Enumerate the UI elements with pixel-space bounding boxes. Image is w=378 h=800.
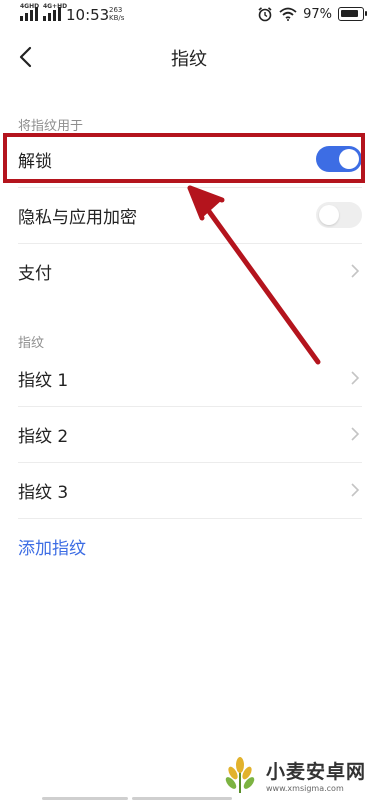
row-payment[interactable]: 支付 <box>0 244 378 300</box>
divider <box>18 518 362 519</box>
battery-icon <box>338 7 367 21</box>
signal-icon <box>20 7 38 21</box>
watermark-url: www.xmsigma.com <box>265 784 344 793</box>
add-fingerprint-link[interactable]: 添加指纹 <box>18 534 86 559</box>
chevron-right-icon <box>351 483 360 497</box>
battery-percent: 97% <box>303 6 332 22</box>
row-privacy-encryption[interactable]: 隐私与应用加密 <box>0 188 378 244</box>
watermark: 小麦安卓网 www.xmsigma.com <box>220 755 366 795</box>
row-fingerprint-3[interactable]: 指纹 3 <box>0 463 378 519</box>
status-bar: 4GHD 4G+HD 10:53 263 KB/s 97% <box>0 0 378 32</box>
wifi-icon <box>279 7 297 21</box>
fingerprint-3-label: 指纹 3 <box>18 483 69 503</box>
privacy-encryption-toggle[interactable] <box>316 202 362 228</box>
watermark-title: 小麦安卓网 <box>265 761 366 783</box>
row-privacy-label: 隐私与应用加密 <box>18 208 137 228</box>
network-speed: 263 KB/s <box>109 6 124 22</box>
chevron-right-icon <box>351 427 360 441</box>
chevron-right-icon <box>351 371 360 385</box>
annotation-highlight-box <box>3 133 365 183</box>
network-speed-unit: KB/s <box>109 14 125 22</box>
alarm-icon <box>258 7 272 22</box>
wheat-logo-icon <box>225 757 255 793</box>
page-title: 指纹 <box>171 49 207 70</box>
row-payment-label: 支付 <box>18 264 52 284</box>
fingerprint-1-label: 指纹 1 <box>18 371 69 391</box>
chevron-right-icon <box>351 264 360 278</box>
status-icons: 97% <box>257 6 367 22</box>
clock: 10:53 <box>66 6 110 24</box>
row-fingerprint-1[interactable]: 指纹 1 <box>0 351 378 407</box>
fingerprint-2-label: 指纹 2 <box>18 427 69 447</box>
network-speed-value: 263 <box>109 6 123 14</box>
row-fingerprint-2[interactable]: 指纹 2 <box>0 407 378 463</box>
signal-icon-2 <box>43 7 61 21</box>
section-header-fingerprints: 指纹 <box>18 336 45 351</box>
navigation-bar: 指纹 <box>0 32 378 82</box>
